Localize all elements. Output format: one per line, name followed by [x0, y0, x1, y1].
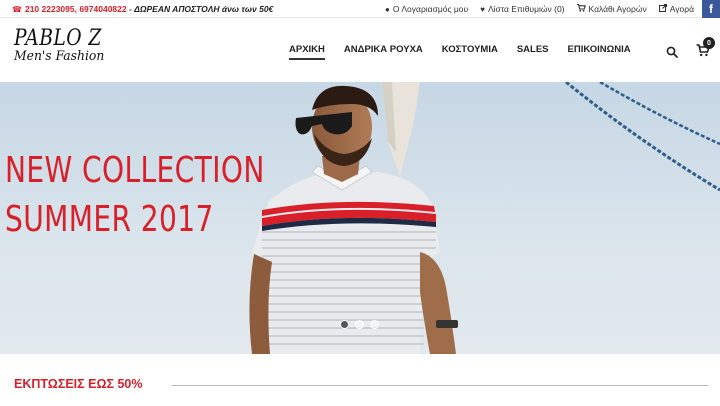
slider-dot-3[interactable]: [370, 320, 379, 329]
account-links: ● Ο Λογαριασμός μου ♥ Λίστα Επιθυμιών (0…: [373, 0, 720, 18]
top-bar: ☎ 210 2223095, 6974040822 - ΔΩΡΕΑΝ ΑΠΟΣΤΟ…: [0, 0, 720, 18]
cart-link[interactable]: Καλάθι Αγορών: [576, 3, 647, 14]
wishlist-link[interactable]: ♥ Λίστα Επιθυμιών (0): [480, 4, 564, 14]
hero-line1: NEW COLLECTION: [5, 150, 265, 191]
search-icon[interactable]: [666, 45, 678, 58]
hero-line2: SUMMER 2017: [5, 199, 214, 240]
contact-info: ☎ 210 2223095, 6974040822 - ΔΩΡΕΑΝ ΑΠΟΣΤΟ…: [12, 4, 273, 14]
slider-dot-2[interactable]: [355, 320, 364, 329]
facebook-icon[interactable]: f: [702, 0, 720, 18]
cart-link-label: Καλάθι Αγορών: [588, 4, 647, 14]
hero-headline: NEW COLLECTION SUMMER 2017: [5, 146, 265, 244]
site-header: PABLO Z Men's Fashion ΑΡΧΙΚΗ ΑΝΔΡΙΚΑ ΡΟΥ…: [0, 18, 720, 82]
logo-line2: Men's Fashion: [14, 49, 105, 64]
slider-dot-1[interactable]: [340, 320, 349, 329]
phone-numbers[interactable]: 210 2223095, 6974040822: [25, 4, 127, 14]
nav-item-sales[interactable]: SALES: [517, 44, 549, 55]
user-icon: ●: [385, 4, 390, 14]
hero-slider[interactable]: NEW COLLECTION SUMMER 2017: [0, 82, 720, 354]
account-link-label: Ο Λογαριασμός μου: [392, 4, 469, 14]
slider-dots: [340, 320, 385, 329]
heart-icon: ♥: [480, 4, 485, 14]
checkout-link-label: Αγορά: [669, 4, 694, 14]
sales-section-header: ΕΚΠΤΩΣΕΙΣ ΕΩΣ 50%: [0, 354, 720, 406]
account-link[interactable]: ● Ο Λογαριασμός μου: [385, 4, 468, 14]
nav-item-contact[interactable]: ΕΠΙΚΟΙΝΩΝΙΑ: [568, 44, 631, 55]
checkout-link[interactable]: Αγορά: [658, 4, 694, 14]
wishlist-link-label: Λίστα Επιθυμιών (0): [487, 4, 565, 14]
nav-item-mens-clothing[interactable]: ΑΝΔΡΙΚΑ ΡΟΥΧΑ: [344, 44, 423, 55]
share-icon: [658, 4, 667, 14]
main-nav: ΑΡΧΙΚΗ ΑΝΔΡΙΚΑ ΡΟΥΧΑ ΚΟΣΤΟΥΜΙΑ SALES ΕΠΙ…: [289, 44, 650, 60]
nav-item-home[interactable]: ΑΡΧΙΚΗ: [289, 44, 325, 60]
logo-line1: PABLO Z: [14, 26, 102, 51]
logo[interactable]: PABLO Z Men's Fashion: [14, 26, 117, 64]
free-shipping-text: ΔΩΡΕΑΝ ΑΠΟΣΤΟΛΗ άνω των 50€: [134, 4, 274, 14]
phone-icon: ☎: [12, 5, 22, 14]
sales-heading: ΕΚΠΤΩΣΕΙΣ ΕΩΣ 50%: [14, 377, 143, 391]
nav-item-suits[interactable]: ΚΟΣΤΟΥΜΙΑ: [442, 44, 498, 55]
section-divider: [172, 385, 708, 386]
cart-count-badge: 0: [703, 37, 715, 49]
cart-small-icon: [576, 3, 586, 14]
